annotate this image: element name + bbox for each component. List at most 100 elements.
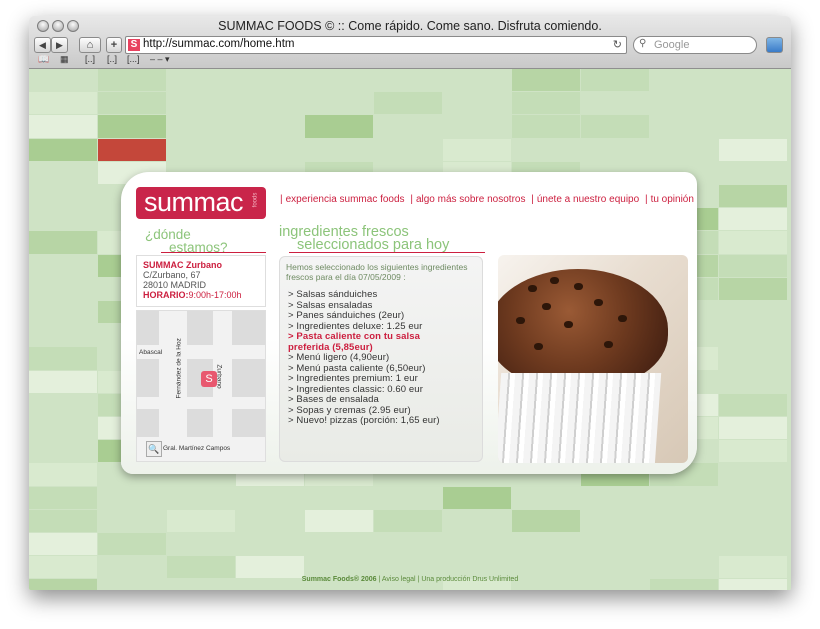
background-tile bbox=[719, 417, 787, 440]
background-tile bbox=[719, 254, 787, 277]
back-button[interactable]: ◀ bbox=[34, 37, 51, 53]
menu-heading: ingredientes frescos seleccionados para … bbox=[279, 225, 449, 253]
background-tile bbox=[581, 115, 649, 138]
background-tile bbox=[650, 138, 718, 161]
nav-link-opinion[interactable]: tu opinión bbox=[651, 194, 694, 205]
background-tile bbox=[512, 115, 580, 138]
hours-value: 9:00h-17:00h bbox=[188, 290, 242, 300]
background-tile bbox=[719, 533, 787, 556]
footer-legal-link[interactable]: Aviso legal bbox=[382, 576, 416, 583]
background-tile bbox=[443, 92, 511, 115]
add-bookmark-button[interactable]: + bbox=[106, 37, 122, 53]
background-tile bbox=[98, 533, 166, 556]
map-pin-icon[interactable]: S bbox=[201, 371, 217, 387]
background-tile bbox=[98, 509, 166, 532]
nav-link-unete[interactable]: únete a nuestro equipo bbox=[537, 194, 639, 205]
map-zoom-icon[interactable]: 🔍 bbox=[146, 441, 162, 457]
background-tile bbox=[167, 509, 235, 532]
background-tile bbox=[443, 69, 511, 92]
map-block bbox=[232, 311, 265, 345]
background-tile bbox=[443, 533, 511, 556]
background-tile bbox=[29, 347, 97, 370]
grid-icon[interactable]: ▦ bbox=[60, 54, 69, 65]
background-tile bbox=[650, 92, 718, 115]
background-tile bbox=[236, 486, 304, 509]
list-item-highlight: > Pasta caliente con tu salsa preferida … bbox=[288, 331, 421, 353]
background-tile bbox=[650, 115, 718, 138]
list-item: > Panes sánduiches (2eur) bbox=[288, 310, 405, 321]
nav-separator: | bbox=[410, 194, 413, 205]
background-tile bbox=[29, 92, 97, 115]
bookmark-item[interactable]: [..] bbox=[107, 54, 117, 64]
home-button[interactable]: ⌂ bbox=[79, 37, 101, 53]
background-tile bbox=[167, 533, 235, 556]
background-tile bbox=[29, 463, 97, 486]
background-tile bbox=[29, 208, 97, 231]
background-tile bbox=[236, 115, 304, 138]
background-tile bbox=[443, 115, 511, 138]
background-tile bbox=[29, 138, 97, 161]
location-map[interactable]: Abascal Fernández de la Hoz Zurbano Gral… bbox=[136, 310, 266, 462]
reload-icon[interactable]: ↻ bbox=[613, 38, 622, 51]
background-tile bbox=[167, 138, 235, 161]
background-tile bbox=[167, 92, 235, 115]
nav-link-sobre-nosotros[interactable]: algo más sobre nosotros bbox=[416, 194, 526, 205]
nav-separator: | bbox=[280, 194, 283, 205]
background-tile bbox=[581, 138, 649, 161]
background-tile bbox=[719, 370, 787, 393]
background-tile bbox=[581, 92, 649, 115]
forward-button[interactable]: ▶ bbox=[51, 37, 68, 53]
summac-logo[interactable]: summac foods bbox=[136, 187, 266, 219]
list-item: > Bases de ensalada bbox=[288, 394, 379, 405]
background-tile bbox=[29, 231, 97, 254]
background-tile bbox=[29, 301, 97, 324]
background-tile bbox=[719, 509, 787, 532]
background-tile bbox=[581, 69, 649, 92]
background-tile bbox=[719, 347, 787, 370]
background-tile bbox=[719, 393, 787, 416]
location-heading-underline bbox=[161, 252, 266, 253]
background-tile bbox=[167, 69, 235, 92]
chocolate-chip bbox=[542, 303, 551, 310]
chocolate-chip bbox=[604, 341, 613, 348]
background-tile bbox=[374, 509, 442, 532]
chocolate-chip bbox=[516, 317, 525, 324]
background-tile bbox=[719, 301, 787, 324]
bookmark-overflow[interactable]: – – ▾ bbox=[150, 54, 170, 65]
street-label-fernandez: Fernández de la Hoz bbox=[175, 338, 183, 399]
background-tile bbox=[167, 115, 235, 138]
bookmarks-panel-button[interactable] bbox=[766, 37, 783, 53]
menu-heading-underline bbox=[289, 252, 485, 253]
book-icon[interactable]: 📖 bbox=[38, 54, 49, 65]
background-tile bbox=[29, 533, 97, 556]
background-tile bbox=[374, 69, 442, 92]
store-city: 28010 MADRID bbox=[143, 280, 207, 290]
background-tile bbox=[29, 115, 97, 138]
background-tile bbox=[98, 92, 166, 115]
background-tile bbox=[719, 115, 787, 138]
background-tile bbox=[305, 138, 373, 161]
footer-credit-link[interactable]: Una producción Drus Unlimited bbox=[421, 576, 518, 583]
ingredients-list: > Salsas sánduiches > Salsas ensaladas >… bbox=[288, 289, 464, 427]
bookmark-item[interactable]: [...] bbox=[127, 54, 140, 64]
bookmark-item[interactable]: [..] bbox=[85, 54, 95, 64]
nav-separator: | bbox=[644, 194, 648, 205]
address-bar[interactable]: S http://summac.com/home.htm ↻ bbox=[125, 36, 627, 54]
main-nav: | experiencia summac foods | algo más sobr… bbox=[277, 194, 694, 205]
background-tile bbox=[29, 440, 97, 463]
background-tile bbox=[374, 533, 442, 556]
chocolate-chip bbox=[564, 321, 573, 328]
background-tile bbox=[512, 509, 580, 532]
background-tile bbox=[374, 486, 442, 509]
background-tile bbox=[719, 138, 787, 161]
chocolate-chip bbox=[534, 343, 543, 350]
background-tile bbox=[236, 509, 304, 532]
map-block bbox=[137, 311, 159, 345]
background-tile bbox=[581, 486, 649, 509]
background-tile bbox=[29, 324, 97, 347]
url-text[interactable]: http://summac.com/home.htm bbox=[143, 38, 294, 50]
search-field[interactable]: ⚲ Google bbox=[633, 36, 757, 54]
main-panel: summac foods | experiencia summac foods |… bbox=[121, 172, 697, 474]
background-tile bbox=[719, 440, 787, 463]
nav-link-experiencia[interactable]: experiencia summac foods bbox=[286, 194, 405, 205]
